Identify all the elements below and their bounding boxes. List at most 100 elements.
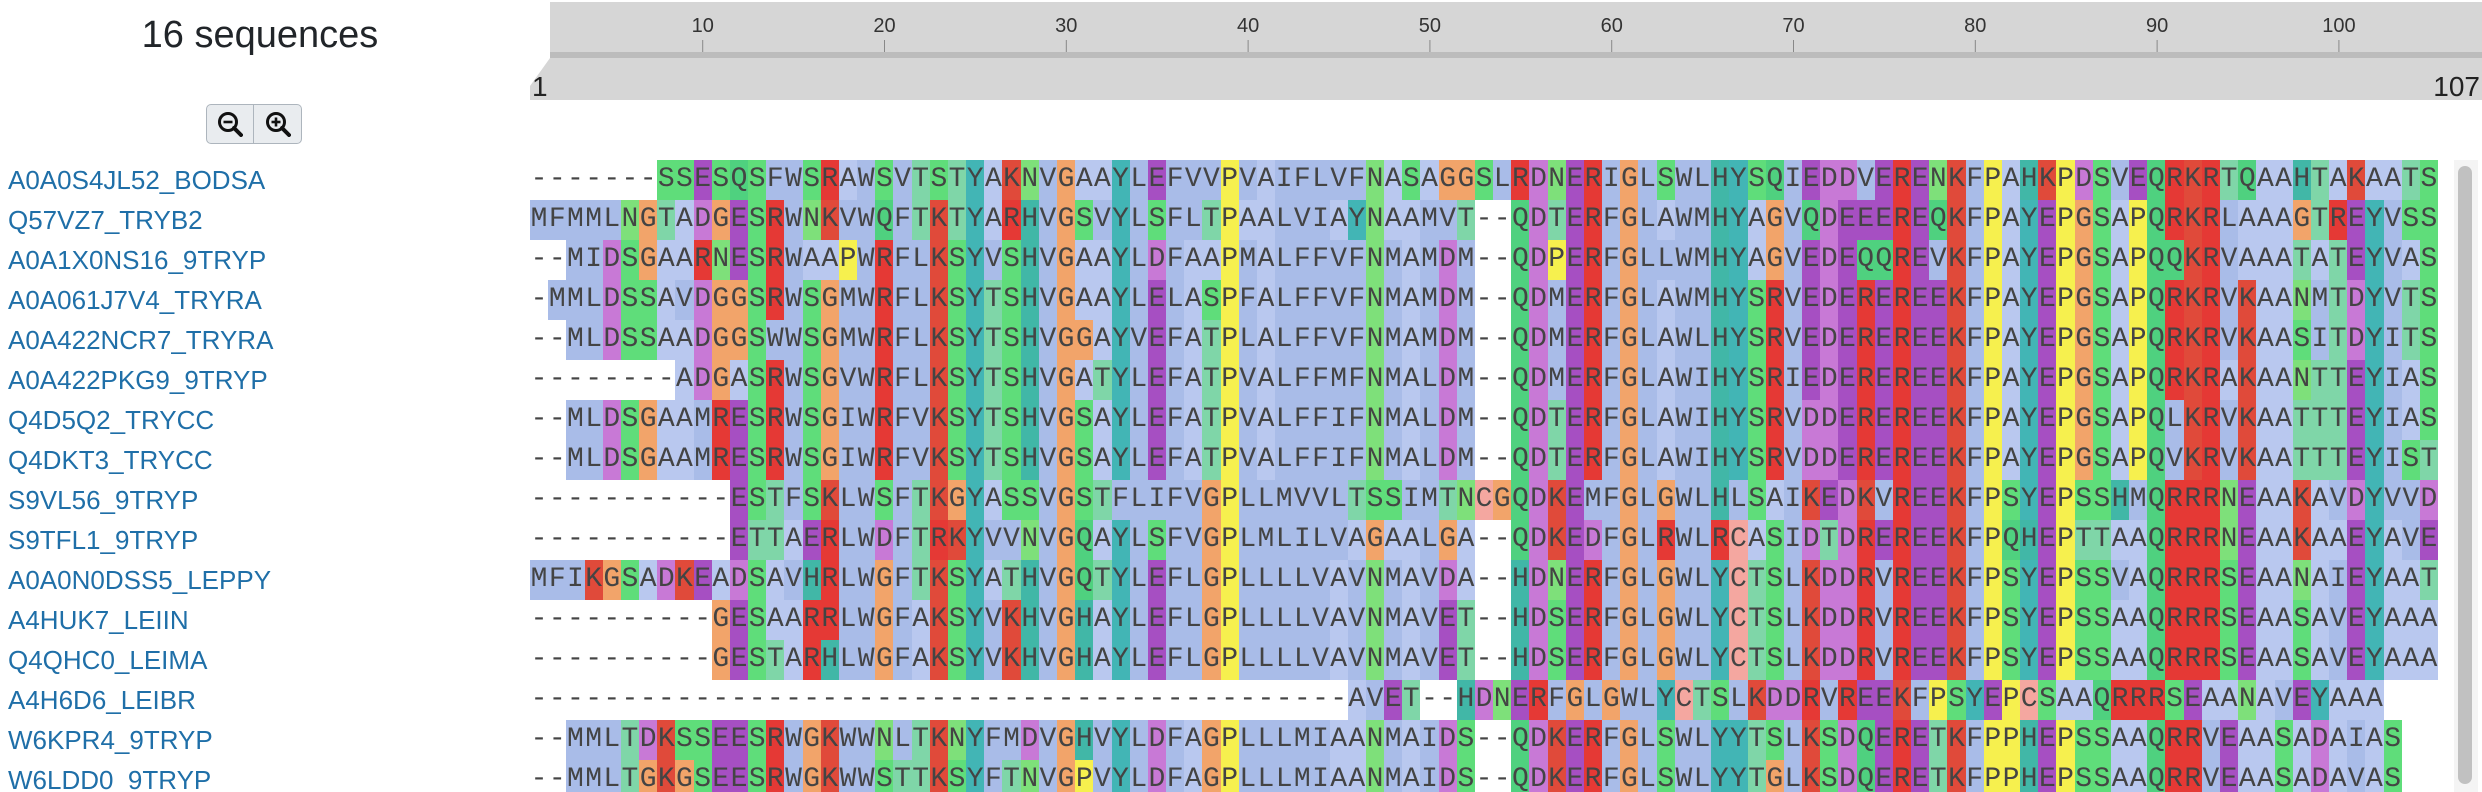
- residue-cell: M: [530, 560, 549, 600]
- residue-cell: -: [1075, 684, 1093, 715]
- residue-cell: A: [1456, 520, 1475, 560]
- residue-cell: G: [1656, 560, 1675, 600]
- alignment-viewer[interactable]: -------SSESQSFWSRAWSVTSTYAKNVGAAYLEFVVPV…: [530, 160, 2452, 792]
- scrollbar-thumb[interactable]: [2458, 166, 2472, 784]
- residue-cell: D: [1529, 760, 1548, 792]
- residue-cell: T: [1347, 480, 1366, 520]
- residue-cell: N: [1365, 240, 1385, 280]
- residue-cell: T: [2074, 520, 2093, 560]
- zoom-in-button[interactable]: [254, 104, 302, 144]
- alignment-scrollbar[interactable]: [2454, 160, 2478, 792]
- residue-cell: F: [1602, 480, 1621, 520]
- residue-cell: A: [2274, 560, 2293, 600]
- residue-cell: W: [857, 360, 876, 400]
- residue-cell: S: [748, 360, 767, 400]
- residue-cell: E: [1565, 360, 1584, 400]
- residue-cell: D: [1529, 200, 1548, 240]
- residue-cell: S: [1020, 480, 1039, 520]
- residue-cell: G: [1438, 520, 1457, 560]
- residue-cell: L: [1256, 480, 1276, 520]
- zoom-out-button[interactable]: [206, 104, 254, 144]
- residue-cell: S: [802, 280, 821, 320]
- sequence-label[interactable]: A0A422PKG9_9TRYP: [8, 360, 528, 400]
- residue-cell: F: [548, 200, 567, 240]
- sequence-label[interactable]: A0A061J7V4_TRYRA: [8, 280, 528, 320]
- residue-cell: R: [1856, 400, 1875, 440]
- residue-cell: E: [1911, 400, 1930, 440]
- residue-cell: E: [1838, 280, 1857, 320]
- residue-cell: Y: [1111, 360, 1130, 400]
- residue-cell: P: [1220, 760, 1239, 792]
- residue-cell: L: [2165, 400, 2184, 440]
- sequence-label[interactable]: A0A0S4JL52_BODSA: [8, 160, 528, 200]
- sequence-label[interactable]: A4H6D6_LEIBR: [8, 680, 528, 720]
- residue-cell: Y: [1711, 560, 1730, 600]
- residue-cell: S: [2292, 320, 2311, 360]
- residue-cell: A: [2383, 520, 2402, 560]
- alignment-row: --MLDSGAAMRESRWSGIWRFVKSYTSHVGSAYLEFATPV…: [530, 440, 2452, 480]
- residue-cell: -: [639, 164, 657, 195]
- residue-cell: N: [1365, 320, 1385, 360]
- residue-cell: A: [1256, 280, 1276, 320]
- residue-cell: -: [567, 484, 584, 515]
- residue-cell: K: [1947, 200, 1966, 240]
- residue-cell: R: [2165, 480, 2184, 520]
- residue-cell: L: [1638, 560, 1657, 600]
- sequence-label[interactable]: Q4D5Q2_TRYCC: [8, 400, 528, 440]
- residue-cell: D: [1438, 320, 1457, 360]
- residue-cell: K: [2038, 160, 2057, 200]
- residue-cell: A: [1184, 240, 1203, 280]
- residue-cell: P: [2056, 520, 2075, 560]
- position-ruler[interactable]: 10 20 30 40 50 60 70 80 90 100 1 107: [530, 0, 2482, 102]
- sequence-label[interactable]: S9VL56_9TRYP: [8, 480, 528, 520]
- residue-cell: V: [1311, 480, 1330, 520]
- residue-cell: H: [1456, 680, 1475, 720]
- residue-cell: R: [2201, 400, 2220, 440]
- residue-cell: G: [1456, 160, 1475, 200]
- residue-cell: D: [1802, 520, 1821, 560]
- sequence-label[interactable]: Q57VZ7_TRYB2: [8, 200, 528, 240]
- residue-cell: G: [1765, 760, 1784, 792]
- residue-cell: R: [766, 280, 785, 320]
- residue-cell: F: [1965, 560, 1984, 600]
- residue-cell: E: [1874, 720, 1893, 760]
- residue-cell: -: [567, 604, 584, 635]
- residue-cell: L: [838, 600, 858, 640]
- residue-cell: A: [911, 640, 930, 680]
- sequence-label[interactable]: A0A0N0DSS5_LEPPY: [8, 560, 528, 600]
- residue-cell: G: [1765, 240, 1784, 280]
- residue-cell: P: [1983, 440, 2002, 480]
- sequence-label[interactable]: S9TFL1_9TRYP: [8, 520, 528, 560]
- residue-cell: -: [585, 524, 602, 555]
- residue-cell: A: [2001, 320, 2021, 360]
- residue-cell: K: [1947, 600, 1966, 640]
- residue-cell: L: [1638, 200, 1657, 240]
- residue-cell: G: [1056, 760, 1076, 792]
- residue-cell: T: [1820, 520, 1839, 560]
- sequence-label[interactable]: Q4DKT3_TRYCC: [8, 440, 528, 480]
- residue-cell: R: [1892, 520, 1912, 560]
- residue-cell: S: [2292, 600, 2311, 640]
- residue-cell: -: [1475, 284, 1493, 315]
- residue-cell: D: [1529, 560, 1548, 600]
- residue-cell: E: [2038, 240, 2057, 280]
- residue-cell: P: [2056, 400, 2075, 440]
- residue-cell: F: [1965, 520, 1984, 560]
- residue-cell: A: [1093, 400, 1112, 440]
- sequence-label[interactable]: W6KPR4_9TRYP: [8, 720, 528, 760]
- residue-cell: P: [2001, 680, 2021, 720]
- residue-cell: T: [2419, 560, 2439, 600]
- residue-cell: A: [802, 240, 821, 280]
- residue-cell: S: [2419, 160, 2439, 200]
- residue-cell: E: [2238, 480, 2257, 520]
- sequence-label[interactable]: Q4QHC0_LEIMA: [8, 640, 528, 680]
- sequence-label[interactable]: A0A422NCR7_TRYRA: [8, 320, 528, 360]
- residue-cell: L: [1256, 640, 1276, 680]
- residue-cell: F: [784, 480, 803, 520]
- sequence-label[interactable]: A4HUK7_LEIIN: [8, 600, 528, 640]
- residue-cell: K: [929, 240, 948, 280]
- sequence-label[interactable]: W6LDD0_9TRYP: [8, 760, 528, 792]
- residue-cell: E: [1911, 240, 1930, 280]
- residue-cell: F: [1602, 440, 1621, 480]
- sequence-label[interactable]: A0A1X0NS16_9TRYP: [8, 240, 528, 280]
